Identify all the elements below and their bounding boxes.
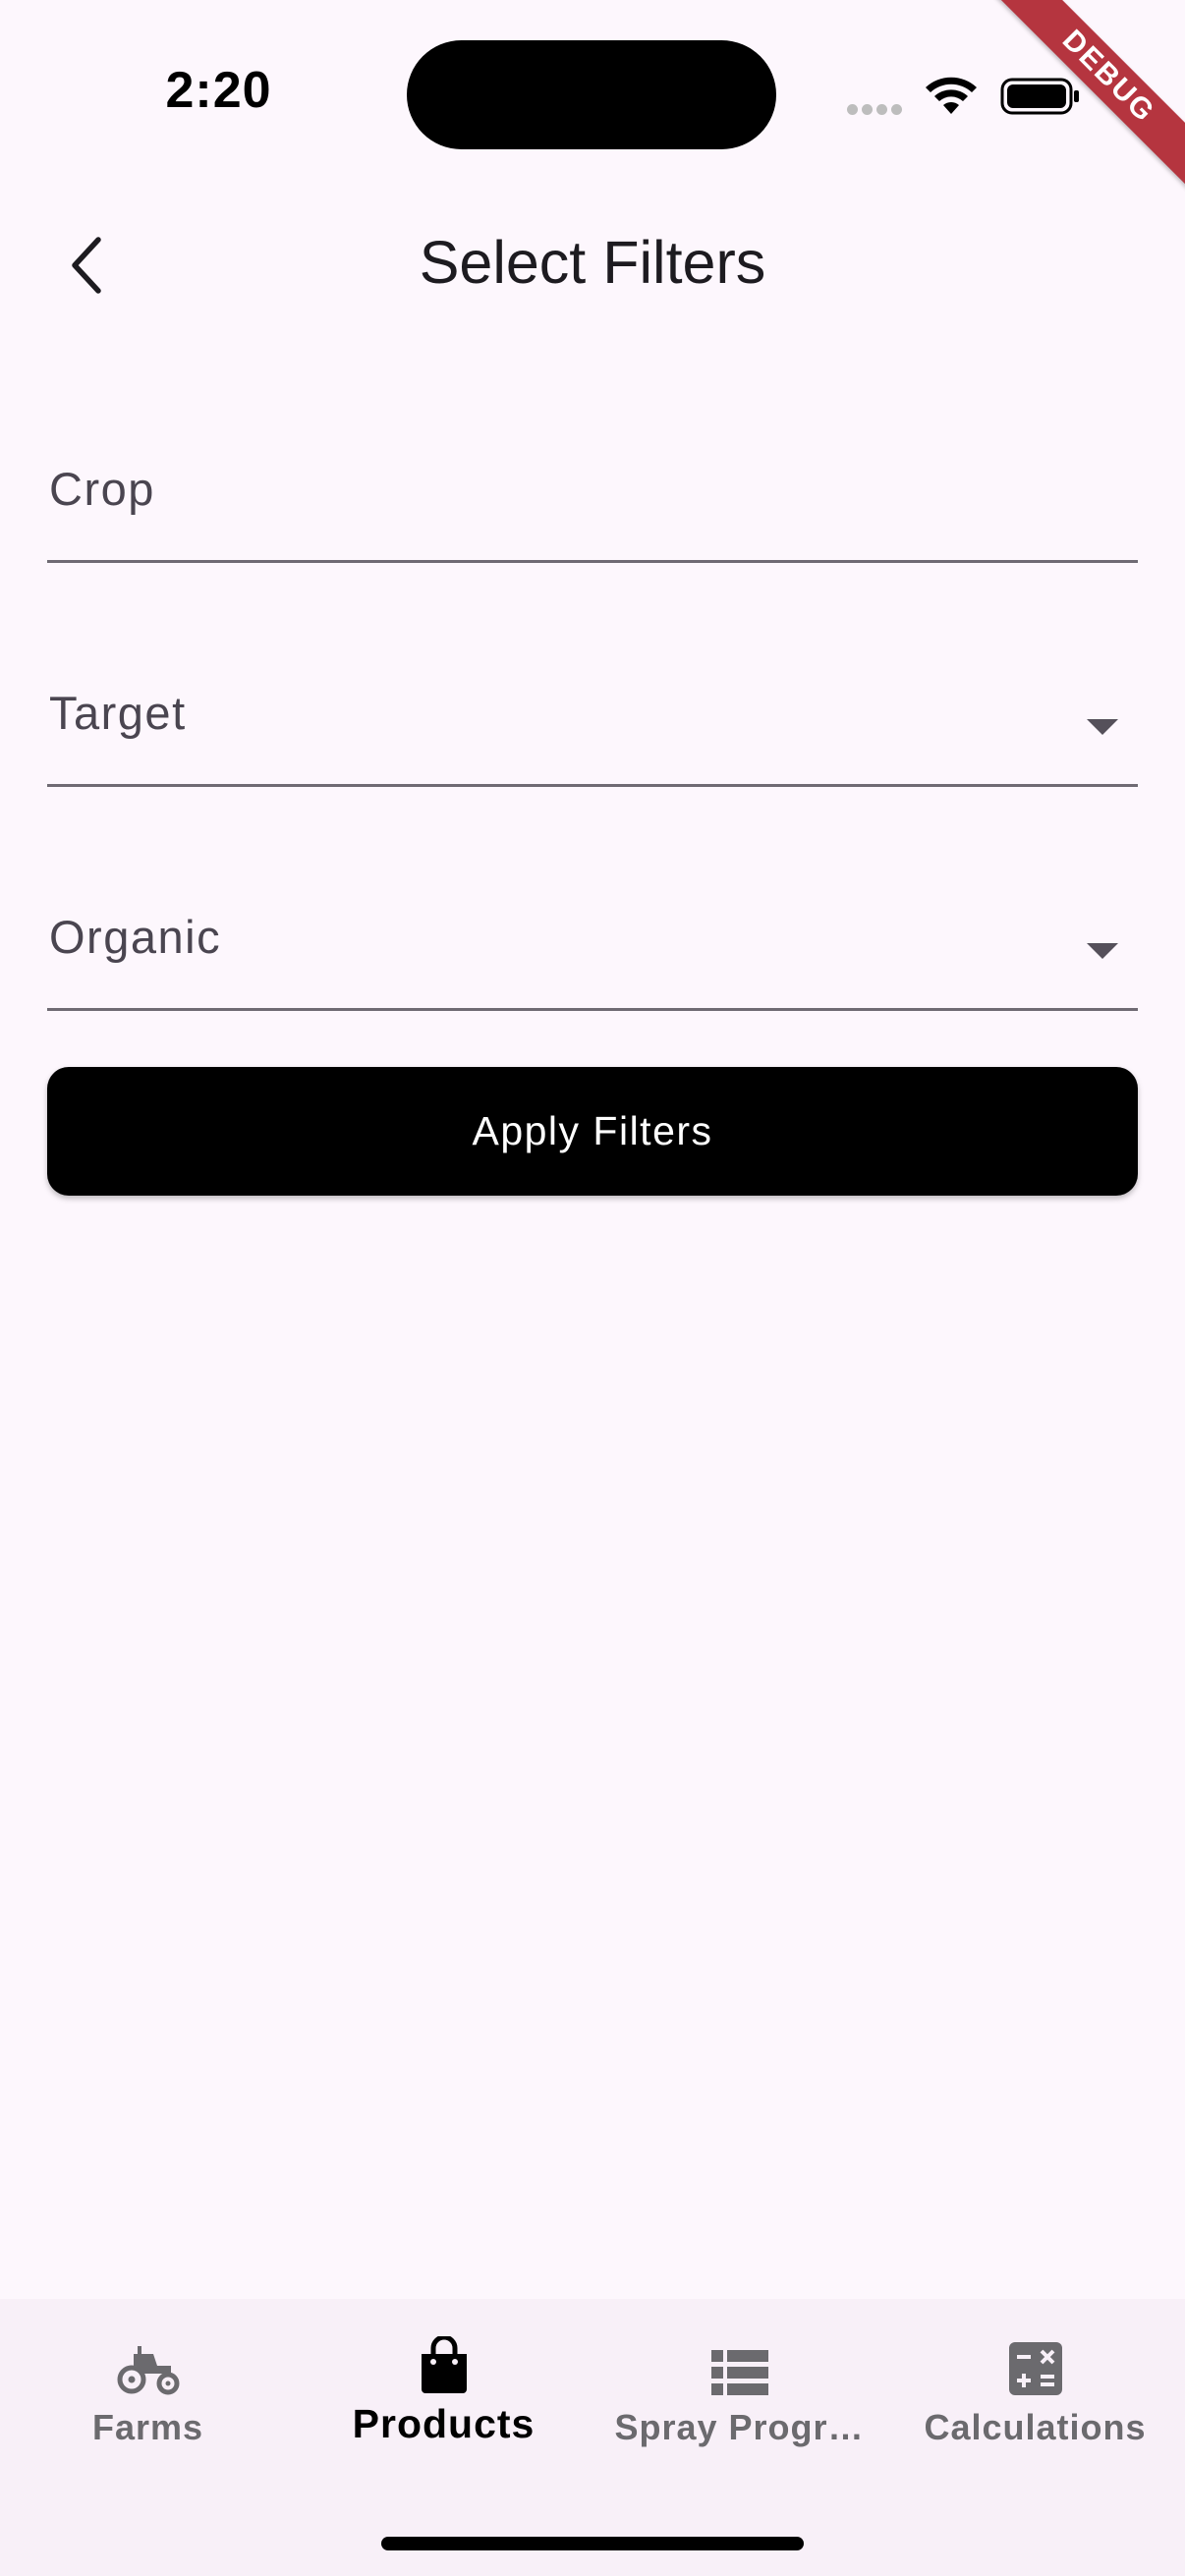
home-indicator xyxy=(381,2537,804,2550)
nav-label-spray-programs: Spray Progr… xyxy=(614,2407,865,2447)
debug-banner: DEBUG xyxy=(988,0,1185,196)
nav-item-spray-programs[interactable]: Spray Progr… xyxy=(592,2299,887,2466)
app-bar: Select Filters xyxy=(0,196,1185,334)
target-dropdown[interactable]: Target xyxy=(47,637,1138,787)
status-time: 2:20 xyxy=(165,62,272,119)
dropdown-arrow-icon xyxy=(1087,719,1118,735)
apply-filters-button[interactable]: Apply Filters xyxy=(47,1067,1138,1196)
nav-label-farms: Farms xyxy=(91,2407,204,2447)
cellular-signal-icon xyxy=(847,102,906,120)
bottom-navigation-bar: Farms Products Spray Progr… Calculations xyxy=(0,2299,1185,2576)
dynamic-island xyxy=(407,40,776,149)
page-title: Select Filters xyxy=(419,229,766,296)
debug-label: DEBUG xyxy=(995,0,1185,190)
organic-dropdown[interactable]: Organic xyxy=(47,861,1138,1011)
calculator-icon xyxy=(1008,2342,1062,2395)
organic-dropdown-label: Organic xyxy=(49,911,222,963)
target-dropdown-label: Target xyxy=(49,687,187,739)
crop-field-label: Crop xyxy=(49,463,155,515)
nav-label-calculations: Calculations xyxy=(924,2407,1147,2447)
tractor-icon xyxy=(117,2346,179,2395)
nav-item-farms[interactable]: Farms xyxy=(0,2299,296,2466)
shopping-bag-icon xyxy=(421,2336,467,2393)
wifi-icon xyxy=(926,77,977,114)
dropdown-arrow-icon xyxy=(1087,943,1118,959)
crop-field[interactable]: Crop xyxy=(47,413,1138,563)
nav-item-calculations[interactable]: Calculations xyxy=(887,2299,1183,2466)
nav-label-products: Products xyxy=(352,2401,536,2446)
list-icon xyxy=(710,2350,768,2395)
nav-item-products[interactable]: Products xyxy=(296,2299,592,2466)
